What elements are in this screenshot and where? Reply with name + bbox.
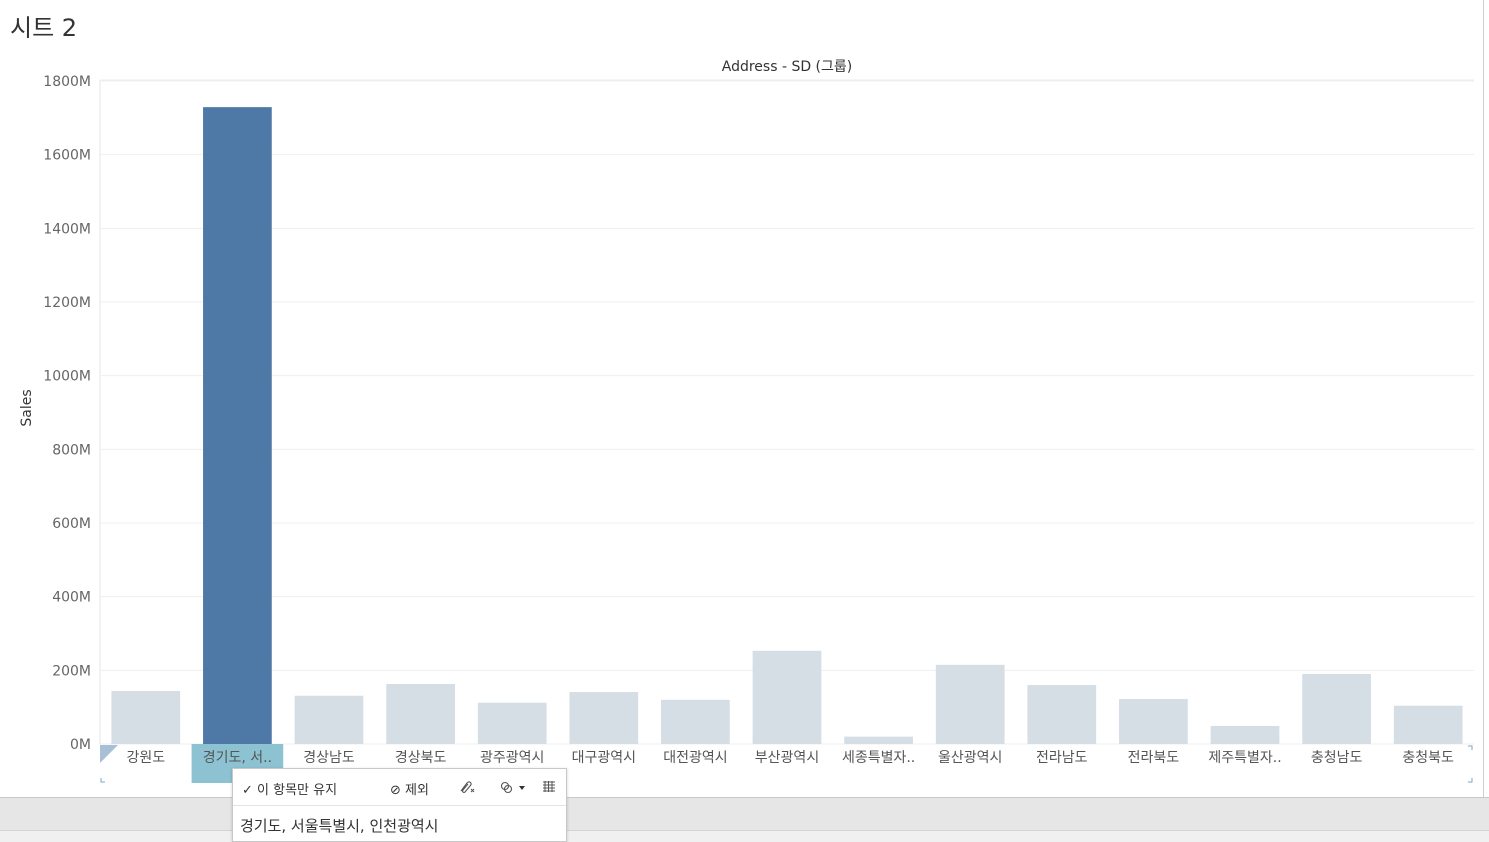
x-tick-label: 울산광역시: [938, 750, 1002, 766]
selection-corner-marker: [1468, 778, 1473, 783]
bar: [844, 736, 913, 744]
bar: [1027, 685, 1097, 744]
bars: [111, 107, 1463, 744]
x-tick-label: 충청남도: [1311, 750, 1363, 766]
bar: [935, 664, 1005, 744]
x-tick-label: 강원도: [126, 750, 165, 766]
x-tick-label: 전라북도: [1128, 750, 1180, 766]
bar: [294, 695, 364, 744]
group-icon[interactable]: [499, 779, 527, 799]
status-bar: [0, 797, 1489, 842]
y-tick-label: 1800M: [43, 74, 91, 90]
x-tick-label: 경상북도: [395, 750, 447, 766]
bar: [1119, 699, 1188, 744]
clip-icon[interactable]: [458, 779, 476, 799]
y-tick-label: 1000M: [43, 369, 91, 385]
x-tick-label: 광주광역시: [480, 750, 544, 766]
bar: [752, 650, 822, 744]
y-tick-label: 1600M: [43, 148, 91, 164]
y-tick-label: 200M: [52, 663, 91, 679]
y-axis-ticks: 0M 200M 400M 600M 800M 1000M 1200M 1400M 1600M 18…: [43, 74, 91, 753]
x-tick-label: 전라남도: [1036, 750, 1088, 766]
bar: [1210, 725, 1280, 744]
y-tick-label: 1400M: [43, 221, 91, 237]
view-data-icon[interactable]: [542, 779, 556, 797]
bar-chart: Address - SD (그룹) Sales 0M 200M 400M 600M 80…: [19, 59, 1474, 783]
selection-tooltip: ✓ 이 항목만 유지 ⊘ 제외 경기도, 서울특별시, 인천광역시: [232, 768, 567, 842]
status-bar-inner: [0, 830, 1489, 842]
x-tick-label: 대구광역시: [572, 750, 636, 766]
exclude-button[interactable]: ⊘ 제외: [390, 779, 429, 798]
bar: [111, 690, 181, 744]
x-tick-label: 충청북도: [1402, 750, 1454, 766]
gridlines: [99, 79, 1474, 745]
tooltip-selected-value: 경기도, 서울특별시, 인천광역시: [240, 817, 439, 835]
bar: [1393, 705, 1463, 744]
bar: [386, 683, 455, 744]
keep-only-button[interactable]: ✓ 이 항목만 유지: [242, 779, 337, 798]
chart-title: Address - SD (그룹): [722, 59, 853, 75]
x-tick-label: 대전광역시: [663, 750, 727, 766]
x-tick-label: 제주특별자..: [1208, 750, 1281, 766]
selection-corner-marker: [100, 745, 118, 763]
bar: [1302, 674, 1371, 744]
y-tick-label: 0M: [70, 737, 91, 753]
x-tick-label: 경기도, 서..: [203, 750, 272, 766]
selection-corner-marker: [100, 778, 105, 783]
x-tick-label: 부산광역시: [755, 750, 819, 766]
bar: [477, 702, 547, 744]
y-tick-label: 800M: [52, 442, 91, 458]
selection-corner-marker: [1468, 745, 1473, 750]
x-tick-label: 경상남도: [303, 750, 355, 766]
bar: [569, 692, 639, 744]
y-tick-label: 600M: [52, 516, 91, 532]
y-tick-label: 400M: [52, 590, 91, 606]
y-axis-title: Sales: [19, 389, 35, 426]
tooltip-divider: [233, 805, 566, 806]
tooltip-toolbar: ✓ 이 항목만 유지 ⊘ 제외: [233, 769, 566, 805]
bar: [661, 699, 730, 744]
y-tick-label: 1200M: [43, 295, 91, 311]
bar: [203, 107, 272, 744]
x-tick-label: 세종특별자..: [842, 750, 915, 766]
